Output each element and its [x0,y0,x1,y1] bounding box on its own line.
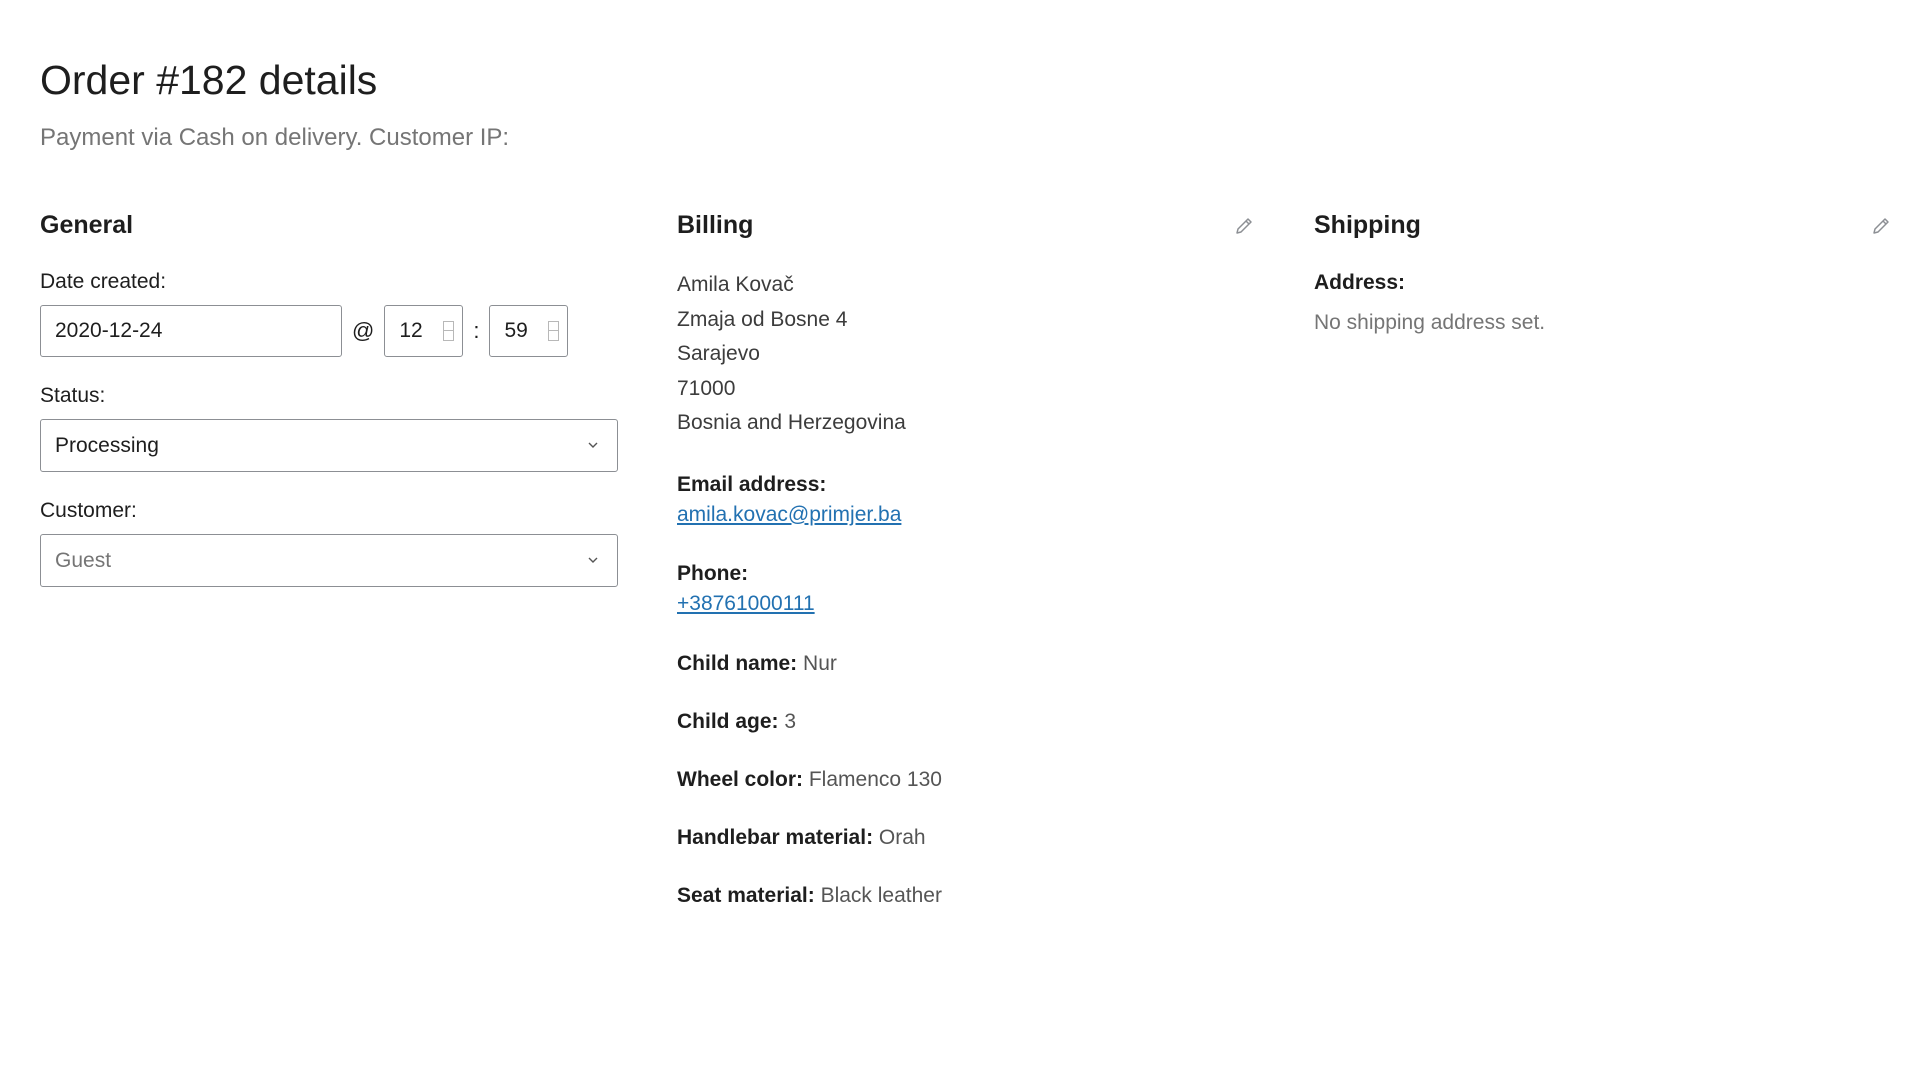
hour-input[interactable]: 12 [384,305,464,357]
page-title: Order #182 details [40,57,378,103]
hour-spinner-icon[interactable] [443,321,455,341]
billing-country: Bosnia and Herzegovina [677,411,906,434]
billing-postcode: 71000 [677,376,736,400]
meta-key: Handlebar material: [677,825,874,849]
email-block: Email address: amila.kovac@primjer.ba [677,470,1255,530]
email-link[interactable]: amila.kovac@primjer.ba [677,500,1255,530]
chevron-down-icon [588,557,598,563]
pencil-icon[interactable] [1870,215,1892,237]
date-time-row: 2020-12-24 @ 12 : 59 [40,305,618,357]
meta-wheel-color: Wheel color: Flamenco 130 [677,765,1255,795]
date-created-label: Date created: [40,270,167,293]
general-heading: General [40,211,134,239]
minute-spinner-icon[interactable] [548,321,560,341]
phone-link[interactable]: +38761000111 [677,589,1255,619]
meta-child-age: Child age: 3 [677,707,1255,737]
email-label: Email address: [677,472,827,496]
shipping-address-value: No shipping address set. [1314,311,1546,334]
minute-input[interactable]: 59 [489,305,569,357]
billing-address: Amila Kovač Zmaja od Bosne 4 Sarajevo 71… [677,268,1255,441]
meta-value: Nur [803,651,837,675]
general-section: General Date created: 2020-12-24 @ 12 : … [40,205,618,587]
meta-value: Black leather [820,883,942,907]
shipping-address-label: Address: [1314,271,1406,294]
meta-seat-material: Seat material: Black leather [677,881,1255,911]
phone-label: Phone: [677,561,749,585]
meta-value: Flamenco 130 [808,767,942,791]
billing-name: Amila Kovač [677,273,794,296]
meta-key: Child age: [677,709,779,733]
status-value: Processing [55,433,159,457]
order-columns: General Date created: 2020-12-24 @ 12 : … [40,205,1890,965]
billing-heading: Billing [677,211,754,239]
chevron-down-icon [588,442,598,448]
at-separator: @ [352,318,375,343]
meta-handlebar-material: Handlebar material: Orah [677,823,1255,853]
meta-value: Orah [878,825,926,849]
meta-key: Child name: [677,651,798,675]
customer-select[interactable]: Guest [40,534,618,587]
meta-value: 3 [784,709,797,733]
shipping-section: Shipping Address: No shipping address se… [1314,205,1892,338]
customer-value: Guest [55,548,112,572]
colon-separator: : [473,318,480,343]
customer-label: Customer: [40,499,137,522]
phone-block: Phone: +38761000111 [677,559,1255,619]
shipping-heading: Shipping [1314,211,1421,239]
billing-street: Zmaja od Bosne 4 [677,307,848,331]
billing-section: Billing Amila Kovač Zmaja od Bosne 4 Sar… [677,205,1255,911]
minute-value: 59 [504,319,528,342]
status-label: Status: [40,384,106,407]
date-created-value: 2020-12-24 [55,319,163,342]
status-select[interactable]: Processing [40,419,618,472]
pencil-icon[interactable] [1233,215,1255,237]
meta-key: Wheel color: [677,767,804,791]
payment-subtitle: Payment via Cash on delivery. Customer I… [40,124,510,151]
date-created-input[interactable]: 2020-12-24 [40,305,342,357]
order-details-page: Order #182 details Payment via Cash on d… [0,0,1920,1080]
hour-value: 12 [399,319,423,342]
billing-city: Sarajevo [677,342,760,365]
meta-child-name: Child name: Nur [677,649,1255,679]
meta-key: Seat material: [677,883,815,907]
